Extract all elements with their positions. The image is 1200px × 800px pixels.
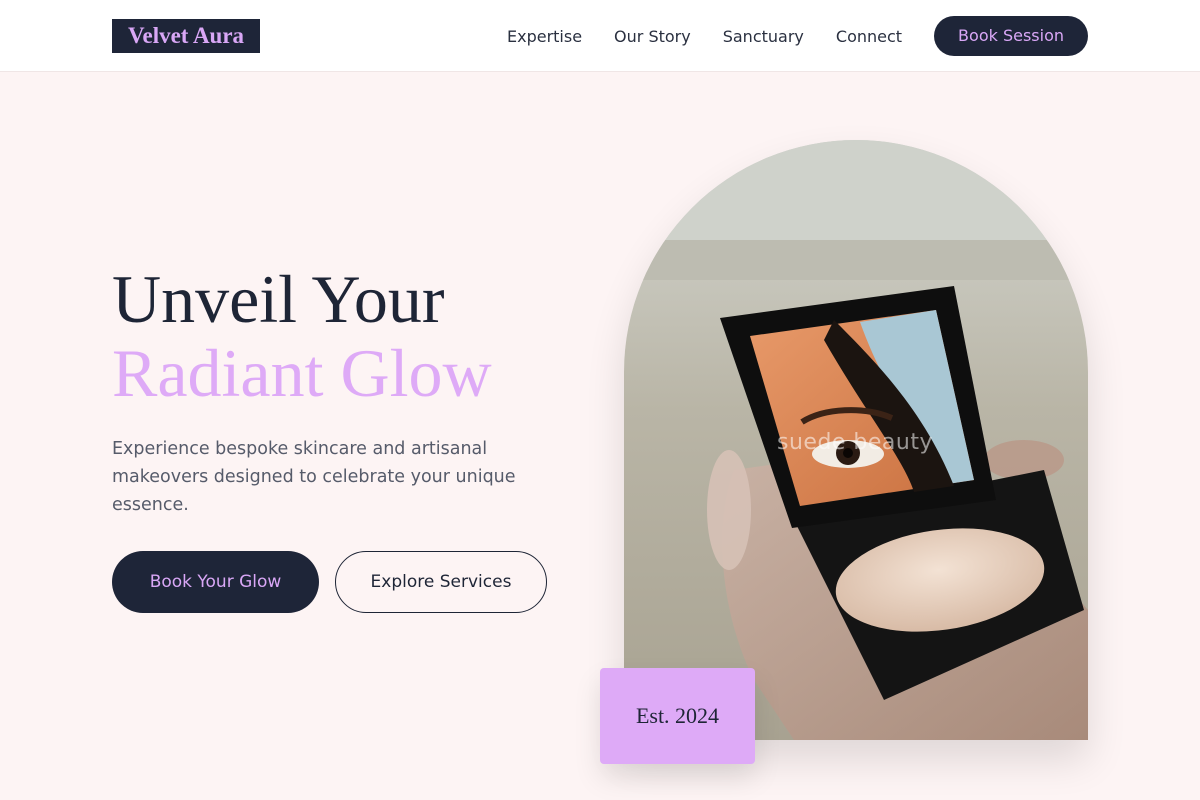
hero-description: Experience bespoke skincare and artisana… <box>112 439 516 515</box>
hero-image: suede beauty <box>624 140 1088 740</box>
hero-title-line-2: Radiant Glow <box>112 335 492 411</box>
nav-link-connect[interactable]: Connect <box>836 27 902 46</box>
site-header: Velvet Aura Expertise Our Story Sanctuar… <box>0 0 1200 72</box>
nav-link-sanctuary[interactable]: Sanctuary <box>723 27 804 46</box>
nav-link-expertise[interactable]: Expertise <box>507 27 582 46</box>
book-your-glow-button[interactable]: Book Your Glow <box>112 551 319 613</box>
main-nav: Expertise Our Story Sanctuary Connect Bo… <box>507 0 1088 72</box>
nav-link-our-story[interactable]: Our Story <box>614 27 691 46</box>
brand-logo[interactable]: Velvet Aura <box>112 19 261 53</box>
hero-title-line-1: Unveil Your <box>112 261 445 337</box>
explore-services-button[interactable]: Explore Services <box>335 551 547 613</box>
image-watermark: suede beauty <box>777 430 934 455</box>
hero-title: Unveil Your Radiant Glow <box>112 262 492 410</box>
book-session-button[interactable]: Book Session <box>934 16 1088 56</box>
established-badge: Est. 2024 <box>600 668 755 764</box>
